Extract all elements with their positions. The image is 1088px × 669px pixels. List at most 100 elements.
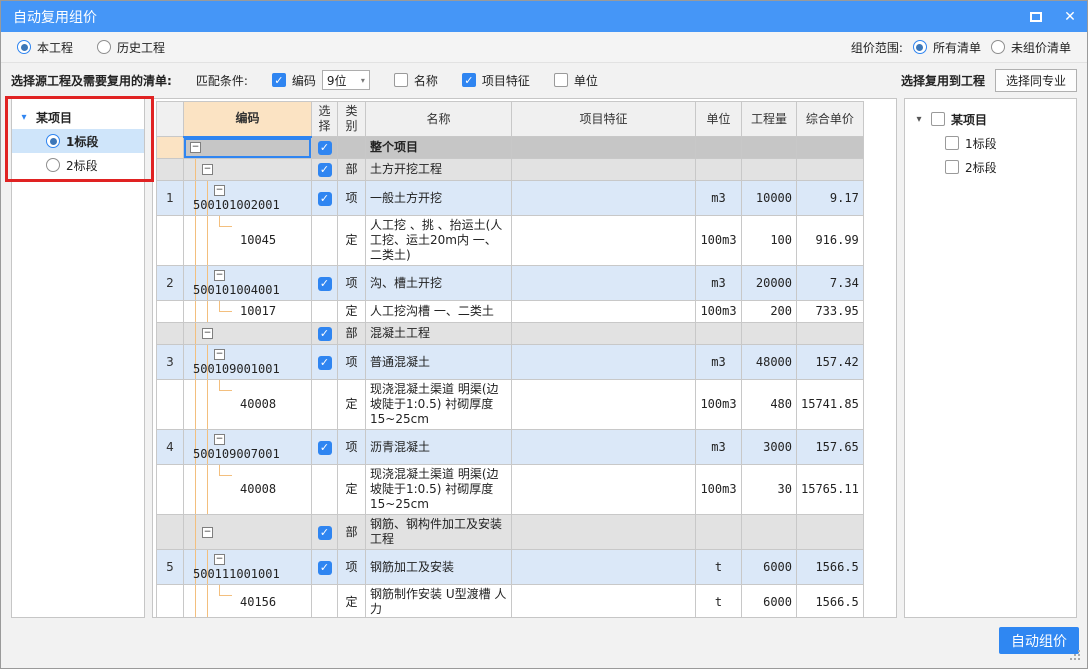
radio-local-project-label[interactable]: 本工程: [37, 39, 73, 56]
collapse-minus-icon[interactable]: −: [214, 185, 225, 196]
cell-select[interactable]: [312, 465, 338, 515]
source-tree-item-section1-label[interactable]: 1标段: [66, 133, 98, 150]
cell-index[interactable]: [157, 585, 184, 619]
cell-feature[interactable]: [512, 430, 696, 465]
cell-index[interactable]: 1: [157, 181, 184, 216]
cell-unit_price[interactable]: [797, 159, 864, 181]
cell-unit[interactable]: m3: [696, 181, 742, 216]
cell-code[interactable]: 40008: [184, 465, 312, 515]
cell-unit_price[interactable]: 15765.11: [797, 465, 864, 515]
cell-index[interactable]: 5: [157, 550, 184, 585]
cell-feature[interactable]: [512, 137, 696, 159]
cell-select[interactable]: [312, 380, 338, 430]
target-tree-item-section1[interactable]: 1标段: [905, 131, 1076, 155]
cell-feature[interactable]: [512, 301, 696, 323]
radio-local-project[interactable]: [17, 40, 31, 54]
checkbox-name-label[interactable]: 名称: [414, 72, 438, 89]
cell-feature[interactable]: [512, 585, 696, 619]
cell-index[interactable]: [157, 465, 184, 515]
collapse-minus-icon[interactable]: −: [190, 142, 201, 153]
cell-select[interactable]: ✓: [312, 323, 338, 345]
row-checkbox[interactable]: ✓: [318, 277, 332, 291]
cell-feature[interactable]: [512, 323, 696, 345]
code-digits-dropdown[interactable]: 9位 ▾: [322, 70, 370, 90]
cell-unit[interactable]: m3: [696, 266, 742, 301]
cell-unit[interactable]: 100m3: [696, 301, 742, 323]
source-tree-root[interactable]: ▾ 某项目: [12, 105, 144, 129]
collapse-arrow-icon[interactable]: ▾: [18, 112, 30, 123]
cell-quantity[interactable]: 3000: [742, 430, 797, 465]
cell-select[interactable]: ✓: [312, 137, 338, 159]
cell-index[interactable]: 2: [157, 266, 184, 301]
cell-select[interactable]: [312, 585, 338, 619]
source-tree-item-section2[interactable]: 2标段: [12, 153, 144, 177]
row-checkbox[interactable]: ✓: [318, 192, 332, 206]
collapse-minus-icon[interactable]: −: [214, 554, 225, 565]
cell-code[interactable]: −: [184, 515, 312, 550]
cell-unit_price[interactable]: 9.17: [797, 181, 864, 216]
cell-quantity[interactable]: [742, 323, 797, 345]
cell-index[interactable]: [157, 159, 184, 181]
cell-select[interactable]: ✓: [312, 266, 338, 301]
radio-unpriced-lists-label[interactable]: 未组价清单: [1011, 39, 1071, 56]
cell-select[interactable]: ✓: [312, 515, 338, 550]
cell-index[interactable]: 3: [157, 345, 184, 380]
cell-name[interactable]: 人工挖 、挑 、抬运土(人工挖、运土20m内 一、二类土): [366, 216, 512, 266]
cell-category[interactable]: 部: [338, 159, 366, 181]
cell-quantity[interactable]: 6000: [742, 550, 797, 585]
cell-unit[interactable]: [696, 159, 742, 181]
cell-category[interactable]: 定: [338, 585, 366, 619]
cell-quantity[interactable]: 100: [742, 216, 797, 266]
cell-feature[interactable]: [512, 345, 696, 380]
cell-select[interactable]: ✓: [312, 181, 338, 216]
cell-feature[interactable]: [512, 465, 696, 515]
cell-name[interactable]: 普通混凝土: [366, 345, 512, 380]
row-checkbox[interactable]: ✓: [318, 356, 332, 370]
cell-unit[interactable]: t: [696, 550, 742, 585]
cell-index[interactable]: [157, 137, 184, 159]
cell-quantity[interactable]: [742, 137, 797, 159]
source-tree-item-section2-label[interactable]: 2标段: [66, 157, 98, 174]
target-tree-root-label[interactable]: 某项目: [951, 111, 987, 128]
cell-category[interactable]: 项: [338, 550, 366, 585]
cell-feature[interactable]: [512, 515, 696, 550]
cell-name[interactable]: 钢筋、钢构件加工及安装工程: [366, 515, 512, 550]
target-tree-item-section2-label[interactable]: 2标段: [965, 159, 997, 176]
cell-quantity[interactable]: 30: [742, 465, 797, 515]
close-button[interactable]: ✕: [1053, 1, 1087, 32]
cell-unit_price[interactable]: 916.99: [797, 216, 864, 266]
collapse-minus-icon[interactable]: −: [202, 328, 213, 339]
cell-feature[interactable]: [512, 181, 696, 216]
checkbox-target-section2[interactable]: [945, 160, 959, 174]
cell-name[interactable]: 一般土方开挖: [366, 181, 512, 216]
row-checkbox[interactable]: ✓: [318, 561, 332, 575]
cell-category[interactable]: 项: [338, 181, 366, 216]
radio-all-lists-label[interactable]: 所有清单: [933, 39, 981, 56]
cell-category[interactable]: 定: [338, 380, 366, 430]
checkbox-feature-label[interactable]: 项目特征: [482, 72, 530, 89]
checkbox-unit[interactable]: [554, 73, 568, 87]
collapse-arrow-icon[interactable]: ▾: [913, 114, 925, 125]
cell-category[interactable]: 定: [338, 301, 366, 323]
checkbox-name[interactable]: [394, 73, 408, 87]
cell-select[interactable]: ✓: [312, 345, 338, 380]
cell-category[interactable]: 部: [338, 323, 366, 345]
cell-name[interactable]: 人工挖沟槽 一、二类土: [366, 301, 512, 323]
cell-unit[interactable]: m3: [696, 345, 742, 380]
radio-history-project[interactable]: [97, 40, 111, 54]
checkbox-target-section1[interactable]: [945, 136, 959, 150]
cell-category[interactable]: 项: [338, 266, 366, 301]
cell-feature[interactable]: [512, 550, 696, 585]
maximize-button[interactable]: [1019, 1, 1053, 32]
cell-unit[interactable]: [696, 323, 742, 345]
cell-select[interactable]: [312, 301, 338, 323]
cell-category[interactable]: 项: [338, 430, 366, 465]
source-tree-root-label[interactable]: 某项目: [36, 109, 72, 126]
same-specialty-button[interactable]: 选择同专业: [995, 69, 1077, 92]
cell-unit_price[interactable]: 15741.85: [797, 380, 864, 430]
checkbox-code[interactable]: ✓: [272, 73, 286, 87]
cell-unit_price[interactable]: 157.65: [797, 430, 864, 465]
cell-quantity[interactable]: 48000: [742, 345, 797, 380]
cell-unit[interactable]: [696, 137, 742, 159]
cell-unit_price[interactable]: [797, 137, 864, 159]
